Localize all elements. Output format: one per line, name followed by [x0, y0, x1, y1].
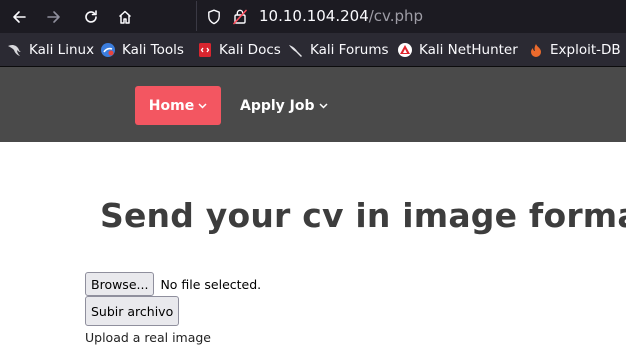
kali-forums-icon — [288, 42, 304, 58]
bookmark-kali-tools[interactable]: Kali Tools — [100, 41, 184, 59]
back-arrow-icon — [13, 10, 26, 23]
nav-apply-job-label: Apply Job — [240, 97, 315, 114]
address-bar[interactable]: 10.10.104.204/cv.php — [196, 1, 626, 31]
forward-button[interactable] — [40, 3, 68, 30]
url-path: /cv.php — [368, 7, 424, 25]
nav-home-button[interactable]: Home — [135, 86, 221, 125]
forward-arrow-icon — [47, 10, 60, 23]
bookmark-kali-nethunter[interactable]: Kali NetHunter — [397, 41, 518, 59]
exploit-db-icon — [528, 42, 544, 58]
browser-toolbar: 10.10.104.204/cv.php — [0, 0, 626, 33]
kali-tools-icon — [100, 42, 116, 58]
reload-button[interactable] — [77, 3, 105, 30]
page-title: Send your cv in image format — [100, 196, 626, 235]
upload-submit-button[interactable]: Subir archivo — [85, 296, 180, 326]
bookmark-label: Kali Forums — [310, 42, 389, 58]
chevron-down-icon — [198, 102, 207, 109]
bookmark-label: Kali NetHunter — [419, 42, 518, 58]
upload-hint-text: Upload a real image — [85, 330, 212, 345]
url-text[interactable]: 10.10.104.204/cv.php — [259, 7, 423, 25]
bookmark-kali-linux[interactable]: Kali Linux — [7, 41, 94, 59]
site-header: Home Apply Job — [0, 67, 626, 142]
browse-button[interactable]: Browse... — [85, 272, 155, 296]
bookmark-exploit-db[interactable]: Exploit-DB — [528, 41, 621, 59]
bookmark-label: Exploit-DB — [550, 42, 621, 58]
reload-icon — [85, 9, 97, 23]
kali-nethunter-icon — [397, 42, 413, 58]
bookmark-label: Kali Linux — [29, 42, 95, 58]
tracking-shield-icon[interactable] — [207, 9, 221, 25]
bookmark-label: Kali Docs — [219, 42, 281, 58]
nav-apply-job-button[interactable]: Apply Job — [240, 86, 328, 125]
house-icon — [118, 10, 132, 24]
home-page-button[interactable] — [111, 3, 139, 30]
file-input[interactable]: Browse... No file selected. — [85, 272, 261, 296]
bookmark-kali-forums[interactable]: Kali Forums — [288, 41, 389, 59]
insecure-lock-icon[interactable] — [233, 8, 247, 25]
kali-docs-icon — [197, 42, 213, 58]
url-host: 10.10.104.204 — [259, 7, 369, 25]
nav-home-label: Home — [148, 97, 195, 114]
file-status-text: No file selected. — [160, 276, 262, 292]
kali-dragon-icon — [7, 42, 23, 58]
chevron-down-icon — [319, 102, 328, 109]
bookmark-kali-docs[interactable]: Kali Docs — [197, 41, 281, 59]
bookmarks-toolbar: Kali Linux Kali Tools Kali Docs Kali For… — [0, 33, 626, 67]
bookmark-label: Kali Tools — [122, 42, 184, 58]
back-button[interactable] — [5, 3, 33, 30]
